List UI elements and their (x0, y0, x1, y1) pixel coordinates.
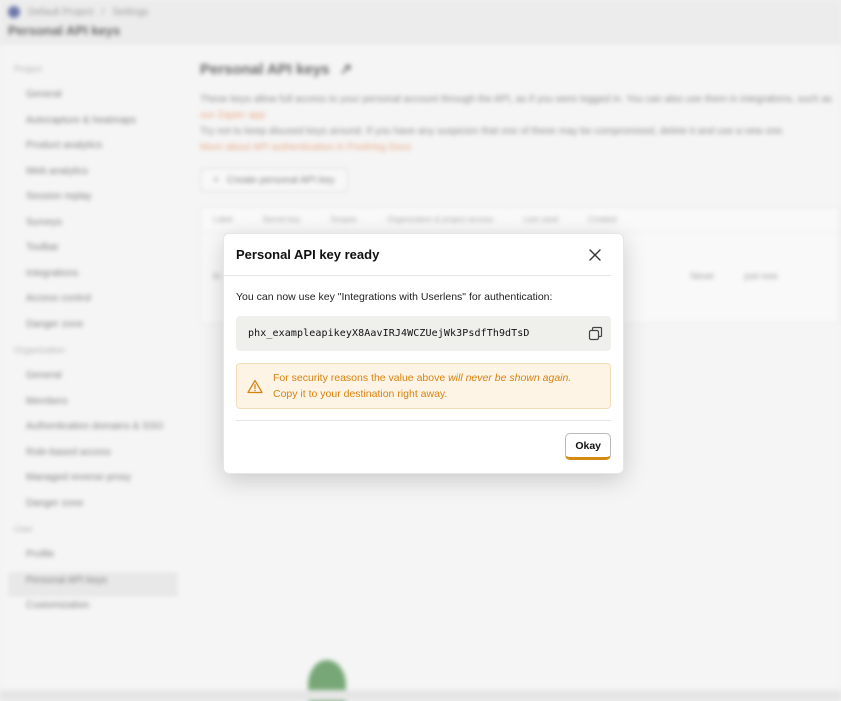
copy-button[interactable] (586, 325, 604, 343)
modal-body: You can now use key "Integrations with U… (224, 276, 623, 460)
close-button[interactable] (585, 245, 605, 265)
warning-text-emphasis: will never be shown again. (448, 372, 572, 384)
okay-button[interactable]: Okay (565, 433, 611, 460)
api-key-value[interactable]: phx_exampleapikeyX8AavIRJ4WCZUejWk3PsdfT… (248, 328, 530, 339)
warning-text-part2: Copy it to your destination right away. (273, 388, 448, 400)
warning-text-part1: For security reasons the value above (273, 372, 449, 384)
warning-icon (247, 379, 263, 393)
security-warning: For security reasons the value above wil… (236, 363, 611, 409)
warning-text: For security reasons the value above wil… (273, 370, 571, 402)
api-key-ready-modal: Personal API key ready You can now use k… (223, 233, 624, 474)
close-icon (589, 248, 601, 261)
modal-title: Personal API key ready (236, 247, 380, 262)
modal-footer: Okay (236, 421, 611, 460)
copy-icon (588, 326, 602, 341)
api-key-box: phx_exampleapikeyX8AavIRJ4WCZUejWk3PsdfT… (236, 316, 611, 351)
modal-header: Personal API key ready (224, 234, 611, 276)
modal-message: You can now use key "Integrations with U… (236, 291, 553, 303)
